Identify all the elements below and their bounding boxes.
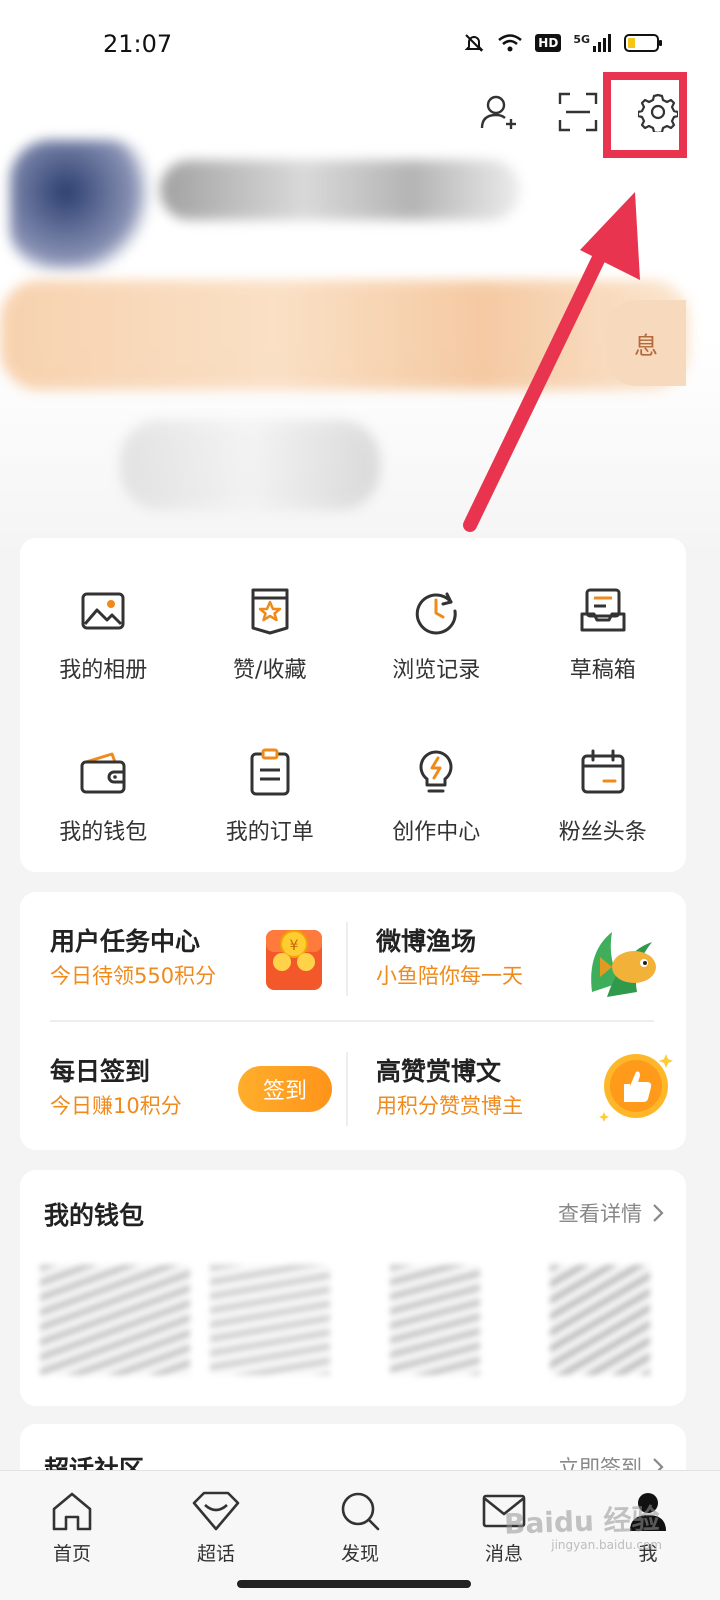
wallet-item-blurred[interactable] (550, 1265, 650, 1375)
hd-icon: HD (535, 34, 562, 52)
menu-item-label: 赞/收藏 (233, 658, 307, 683)
home-indicator[interactable] (237, 1580, 471, 1588)
tab-label: 发现 (340, 1543, 379, 1565)
discover-icon (341, 1492, 380, 1531)
menu-item-label: 创作中心 (392, 820, 481, 845)
wallet-icon (80, 752, 126, 794)
orders-icon (250, 748, 290, 796)
menu-item-label: 我的钱包 (59, 820, 148, 845)
menu-item-history[interactable]: 浏览记录 (353, 554, 520, 716)
fishing-title: 微博渔场 (376, 927, 477, 956)
menu-item-label: 浏览记录 (392, 658, 481, 683)
add-friend-icon[interactable] (476, 90, 520, 134)
wallet-card: 我的钱包 查看详情 (20, 1170, 686, 1406)
settings-highlight-box (603, 72, 687, 158)
menu-grid: 我的相册 赞/收藏 浏览记录 草稿箱 我的钱包 我的订单 创作中心 粉丝头条 (20, 538, 686, 878)
wallet-title: 我的钱包 (44, 1201, 145, 1230)
reward-title: 高赞赏博文 (376, 1057, 502, 1086)
avatar-blurred[interactable] (10, 140, 150, 270)
red-envelope-icon: ¥ (266, 930, 322, 990)
watermark-logo: Baidu 经验 (503, 1502, 661, 1541)
tab-label: 首页 (52, 1543, 91, 1565)
menu-item-orders[interactable]: 我的订单 (187, 716, 354, 878)
fishing-subtitle: 小鱼陪你每一天 (376, 964, 523, 988)
chevron-right-icon (653, 1204, 664, 1222)
wallet-item-blurred[interactable] (390, 1265, 480, 1375)
creator-center-icon (419, 750, 453, 793)
annotation-arrow (463, 192, 640, 532)
photo-album-icon (81, 592, 125, 630)
wifi-icon (497, 33, 523, 53)
task-divider (346, 922, 348, 996)
wallet-details-link[interactable]: 查看详情 (558, 1198, 664, 1228)
task-center-title: 用户任务中心 (50, 927, 201, 956)
history-icon (416, 592, 457, 635)
thumbs-up-coin-icon (599, 1054, 673, 1122)
reward-entry[interactable]: 高赞赏博文 用积分赞赏博主 (356, 1022, 686, 1150)
task-divider (346, 1052, 348, 1126)
network-label: 5G (573, 33, 590, 46)
task-card: 用户任务中心 今日待领550积分 ¥ 微博渔场 小鱼陪你每一天 每日签到 今日赚… (20, 892, 686, 1150)
menu-item-wallet[interactable]: 我的钱包 (20, 716, 187, 878)
tab-label: 消息 (484, 1543, 523, 1565)
menu-item-creator-center[interactable]: 创作中心 (353, 716, 520, 878)
status-time: 21:07 (103, 30, 173, 58)
signal-icon: 5G (573, 33, 612, 53)
favorites-icon (251, 588, 289, 635)
super-topic-icon (192, 1491, 240, 1531)
fish-icon (591, 932, 656, 997)
tab-label: 超话 (196, 1543, 235, 1565)
menu-grid-card: 我的相册 赞/收藏 浏览记录 草稿箱 我的钱包 我的订单 创作中心 粉丝头条 (20, 538, 686, 872)
fishing-entry[interactable]: 微博渔场 小鱼陪你每一天 (356, 892, 686, 1020)
wallet-item-blurred[interactable] (40, 1265, 190, 1375)
menu-item-favorites[interactable]: 赞/收藏 (187, 554, 354, 716)
battery-icon (624, 33, 664, 53)
menu-item-label: 我的相册 (59, 658, 148, 683)
checkin-title: 每日签到 (50, 1057, 151, 1086)
drafts-icon (580, 588, 626, 632)
menu-item-fans-headline[interactable]: 粉丝头条 (520, 716, 687, 878)
task-center-entry[interactable]: 用户任务中心 今日待领550积分 ¥ (20, 892, 350, 1020)
menu-item-label: 我的订单 (225, 820, 314, 845)
menu-item-drafts[interactable]: 草稿箱 (520, 554, 687, 716)
scan-icon[interactable] (556, 90, 600, 134)
menu-item-label: 草稿箱 (569, 658, 636, 683)
menu-item-label: 粉丝头条 (558, 820, 647, 845)
checkin-entry[interactable]: 每日签到 今日赚10积分 签到 (20, 1022, 350, 1150)
wallet-details-label: 查看详情 (558, 1202, 642, 1226)
status-icons: HD 5G (463, 32, 664, 54)
fans-headline-icon (581, 749, 625, 794)
profile-stats-blurred (120, 420, 380, 510)
wallet-item-blurred[interactable] (210, 1265, 330, 1375)
checkin-subtitle: 今日赚10积分 (50, 1094, 182, 1118)
watermark-url: jingyan.baidu.com (551, 1538, 662, 1552)
task-center-subtitle: 今日待领550积分 (50, 964, 217, 988)
tab-home[interactable]: 首页 (22, 1489, 122, 1600)
mute-icon (463, 32, 485, 54)
checkin-button[interactable]: 签到 (238, 1066, 332, 1112)
menu-item-album[interactable]: 我的相册 (20, 554, 187, 716)
home-icon (52, 1492, 92, 1531)
reward-subtitle: 用积分赞赏博主 (376, 1094, 523, 1118)
svg-text:¥: ¥ (290, 938, 299, 954)
